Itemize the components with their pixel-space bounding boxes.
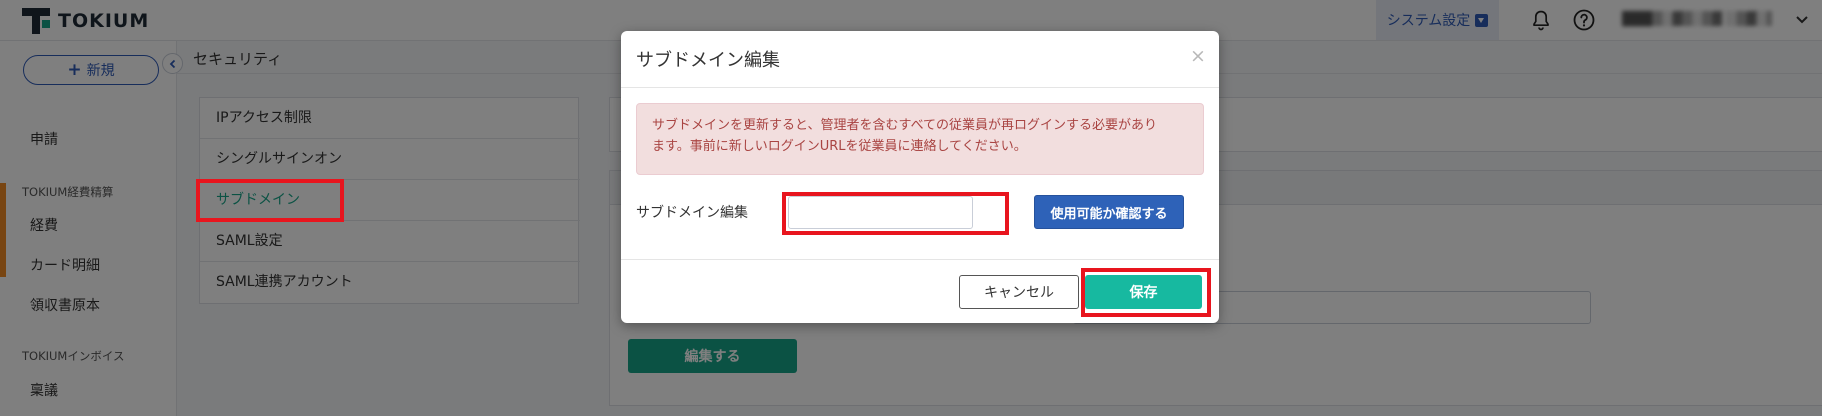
check-availability-button[interactable]: 使用可能か確認する [1034,195,1184,229]
warning-alert: サブドメインを更新すると、管理者を含むすべての従業員が再ログインする必要があり … [636,103,1204,175]
modal-title: サブドメイン編集 [636,50,780,71]
subdomain-input[interactable] [788,196,973,229]
close-icon[interactable]: × [1190,45,1206,67]
modal-header-divider [621,87,1219,88]
modal-footer-divider [621,259,1219,260]
subdomain-field-label: サブドメイン編集 [636,205,748,221]
save-button[interactable]: 保存 [1085,275,1202,309]
alert-line-2: ます。事前に新しいログインURLを従業員に連絡してください。 [652,139,1027,154]
cancel-button[interactable]: キャンセル [959,275,1079,309]
subdomain-edit-modal: サブドメイン編集 × サブドメインを更新すると、管理者を含むすべての従業員が再ロ… [621,31,1219,323]
alert-line-1: サブドメインを更新すると、管理者を含むすべての従業員が再ログインする必要があり [652,118,1158,133]
